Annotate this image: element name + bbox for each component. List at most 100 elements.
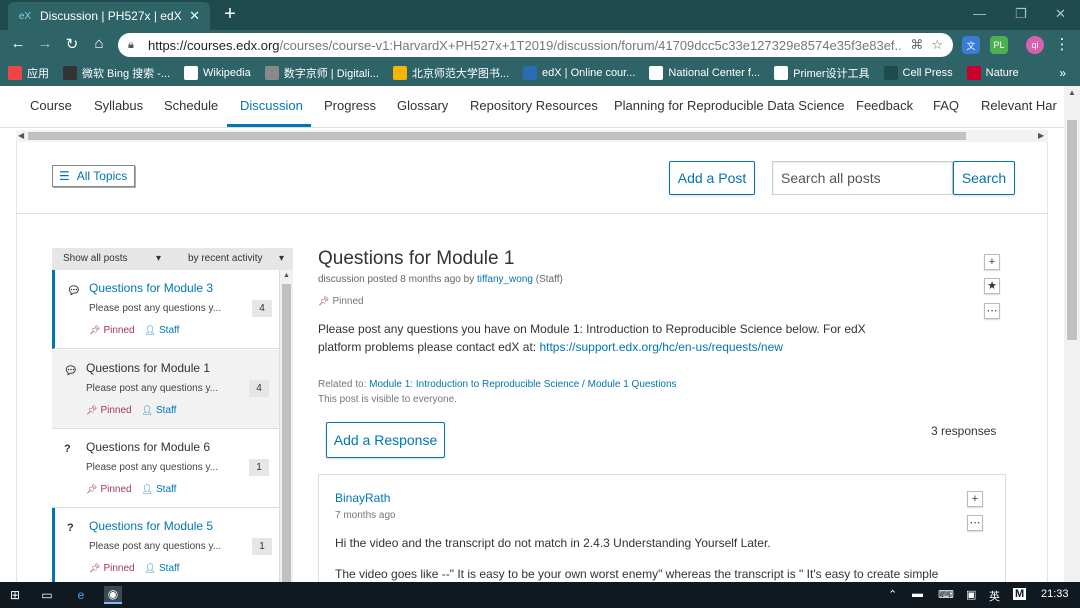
tray-device-icon[interactable]: ▬ [912,588,923,600]
page-vertical-scrollbar[interactable]: ▲ [1064,86,1080,582]
network-icon[interactable]: ▣ [966,588,976,601]
apps-icon [8,66,22,80]
nav-relevant[interactable]: Relevant Har [981,98,1057,113]
list-item[interactable]: 💬︎ Questions for Module 1 Please post an… [52,350,279,429]
translate-icon[interactable]: ⌘ [910,37,923,53]
nav-planning[interactable]: Planning for Reproducible Data Science [614,98,845,113]
horizontal-scroll-thumb[interactable] [28,132,966,140]
bookmarks-more-icon[interactable]: » [1059,66,1066,80]
user-icon: 👤︎ [144,563,157,573]
search-button[interactable]: Search [953,161,1015,195]
forward-arrow-icon[interactable]: → [35,35,55,52]
chevron-down-icon[interactable]: ▾ [279,253,284,264]
nav-faq[interactable]: FAQ [933,98,959,113]
scroll-up-icon[interactable]: ▲ [1068,88,1076,97]
bookmarks-bar: 应用 微软 Bing 搜索 -... Wikipedia 数字京师 | Digital… [0,60,1080,86]
response-more-icon[interactable]: ⋯ [967,515,983,531]
ncbi-icon [649,66,664,80]
post-title: Questions for Module 1 [86,361,211,375]
sort-select[interactable]: by recent activity [188,253,262,264]
bookmark-item[interactable]: National Center f... [649,66,760,80]
list-item[interactable]: 💬︎ Questions for Module 3 Please post an… [52,270,279,349]
chrome-icon[interactable]: ◉ [104,586,122,604]
comment-count: 4 [252,300,272,317]
nav-progress[interactable]: Progress [324,98,376,113]
nav-discussion[interactable]: Discussion [240,98,303,113]
terminal-icon[interactable]: ▭ [38,586,56,604]
post-excerpt: Please post any questions y... [86,383,219,394]
pin-icon: 📌︎ [89,563,101,573]
bookmark-item[interactable]: Nature [966,66,1019,80]
nav-feedback[interactable]: Feedback [856,98,913,113]
post-excerpt: Please post any questions y... [86,462,219,473]
bookmark-item[interactable]: 数字京师 | Digitali... [264,65,379,81]
follow-plus-icon[interactable]: + [984,254,1000,270]
address-bar[interactable]: 🔒︎ https://courses.edx.org /courses/cour… [118,33,953,57]
nav-glossary[interactable]: Glossary [397,98,448,113]
nav-course[interactable]: Course [30,98,72,113]
support-link[interactable]: https://support.edx.org/hc/en-us/request… [539,340,782,354]
ime-m-icon[interactable]: M [1013,588,1027,600]
nav-schedule[interactable]: Schedule [164,98,218,113]
add-response-button[interactable]: Add a Response [326,422,445,458]
nav-syllabus[interactable]: Syllabus [94,98,143,113]
bookmark-item[interactable]: Cell Press [883,66,953,80]
keyboard-icon[interactable]: ⌨ [938,588,954,601]
bookmark-item[interactable]: Wikipedia [184,66,251,80]
window-close-icon[interactable]: ✕ [1055,6,1066,22]
minimize-icon[interactable]: — [973,6,986,21]
home-icon[interactable]: ⌂ [89,35,109,52]
ime-indicator[interactable]: 英 [989,588,1000,604]
star-icon[interactable]: ★ [984,278,1000,294]
profile-avatar-icon[interactable]: qi [1026,36,1044,54]
filter-select[interactable]: Show all posts [63,253,127,264]
horizontal-scrollbar[interactable]: ◀ ▶ [16,130,1048,142]
globe-icon [264,66,279,80]
edge-icon[interactable]: e [72,586,90,604]
list-item[interactable]: ? Questions for Module 6 Please post any… [52,429,279,508]
course-nav: Course Syllabus Schedule Discussion Prog… [0,86,1064,128]
bookmark-item[interactable]: edX | Online cour... [523,66,635,80]
taskbar-clock[interactable]: 21:33 [1041,588,1069,600]
tray-chevron-icon[interactable]: ⌃ [888,588,897,601]
post-list-scrollbar[interactable]: ▲ [280,270,293,582]
scroll-up-icon[interactable]: ▲ [283,272,290,279]
back-arrow-icon[interactable]: ← [8,35,28,52]
reload-icon[interactable]: ↻ [62,35,82,53]
response-author-link[interactable]: BinayRath [335,491,390,505]
bookmark-item[interactable]: 微软 Bing 搜索 -... [63,65,170,81]
visibility-note: This post is visible to everyone. [318,394,457,405]
tab-close-icon[interactable]: ✕ [189,8,200,24]
search-input[interactable]: Search all posts [772,161,953,195]
thread-author-link[interactable]: tiffany_wong [477,274,533,285]
scroll-right-icon[interactable]: ▶ [1038,130,1044,142]
translate-extension-icon[interactable]: 文 [962,36,980,54]
bookmark-item[interactable]: Primer设计工具 [774,65,870,81]
url-host: https://courses.edx.org [148,37,280,53]
bookmark-star-icon[interactable]: ☆ [931,37,943,53]
nav-repository-resources[interactable]: Repository Resources [470,98,598,113]
pinned-label: Pinned [103,325,135,336]
list-item[interactable]: ? Questions for Module 5 Please post any… [52,508,279,582]
add-post-button[interactable]: Add a Post [669,161,755,195]
response-plus-icon[interactable]: + [967,491,983,507]
response-paragraph: Hi the video and the transcript do not m… [335,536,771,550]
all-topics-button[interactable]: ☰ All Topics [52,165,135,187]
bookmark-item[interactable]: 应用 [8,65,49,81]
page-scroll-thumb[interactable] [1067,120,1077,340]
maximize-icon[interactable]: ❐ [1015,6,1027,22]
browser-tab[interactable]: eX Discussion | PH527x | edX ✕ [8,2,210,30]
related-topic-link[interactable]: Module 1: Introduction to Reproducible S… [369,379,676,390]
bookmark-item[interactable]: 北京师范大学图书... [392,65,509,81]
question-icon: ? [64,443,71,455]
chevron-down-icon[interactable]: ▾ [156,253,161,264]
more-actions-icon[interactable]: ⋯ [984,303,1000,319]
windows-start-icon[interactable]: ⊞ [6,586,24,604]
chrome-menu-icon[interactable]: ⋮ [1052,35,1072,53]
new-tab-button[interactable]: + [220,4,240,24]
nature-icon [966,66,981,80]
pl-extension-icon[interactable]: PL [990,36,1008,54]
question-icon: ? [67,522,74,534]
post-list-scroll-thumb[interactable] [282,284,291,582]
scroll-left-icon[interactable]: ◀ [18,130,24,142]
